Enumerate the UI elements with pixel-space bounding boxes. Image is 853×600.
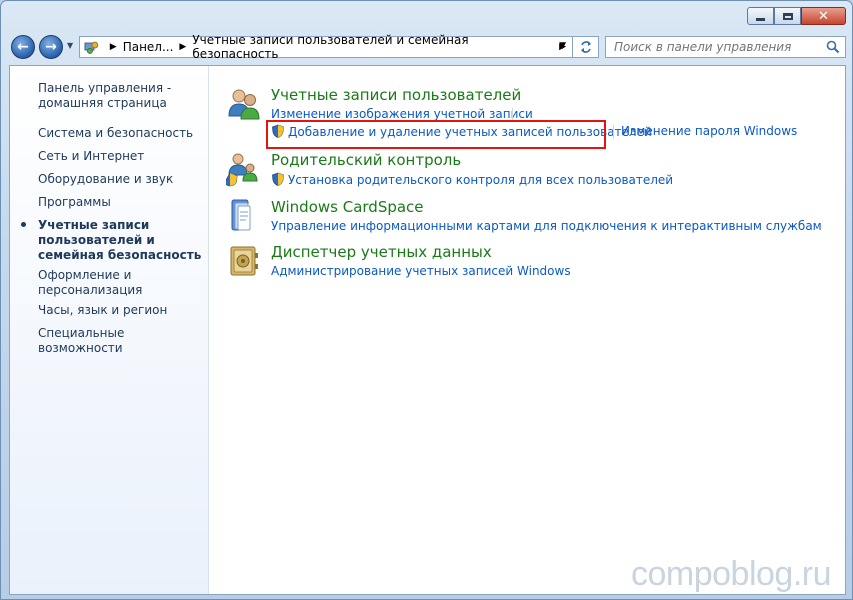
task-label: Установка родительского контроля для все… <box>288 173 674 187</box>
credential-manager-icon[interactable] <box>226 243 262 279</box>
recent-pages-dropdown[interactable]: ▼ <box>67 41 73 50</box>
sidebar-item-label: Оборудование и звук <box>38 172 174 186</box>
sidebar-item-network[interactable]: Сеть и Интернет <box>38 149 204 164</box>
task-label: Администрирование учетных записей Window… <box>271 264 571 278</box>
address-bar[interactable]: ▶ Панел... ▶ Учетные записи пользователе… <box>79 33 573 61</box>
back-button[interactable]: ← <box>11 35 35 59</box>
search-icon[interactable] <box>826 40 840 54</box>
category-title-user-accounts[interactable]: Учетные записи пользователей <box>271 86 521 104</box>
sidebar-item-label: Специальные возможности <box>38 326 125 355</box>
user-accounts-icon[interactable] <box>226 86 262 122</box>
category-title-cardspace[interactable]: Windows CardSpace <box>271 198 424 216</box>
sidebar: Панель управления - домашняя страница Си… <box>10 66 209 594</box>
sidebar-item-clock-language[interactable]: Часы, язык и регион <box>38 303 204 318</box>
content-area: Панель управления - домашняя страница Си… <box>9 65 846 595</box>
maximize-icon <box>782 12 793 20</box>
category-title-parental-controls[interactable]: Родительский контроль <box>271 151 461 169</box>
sidebar-item-label: Часы, язык и регион <box>38 303 168 317</box>
arrow-left-icon: ← <box>17 39 29 55</box>
task-manage-windows-credentials[interactable]: Администрирование учетных записей Window… <box>271 264 571 278</box>
minimize-icon <box>756 17 765 21</box>
main-panel: Учетные записи пользователей Изменение и… <box>210 66 845 594</box>
task-divider <box>613 125 614 139</box>
category-title-credential-manager[interactable]: Диспетчер учетных данных <box>271 243 492 261</box>
sidebar-item-label: Сеть и Интернет <box>38 149 145 163</box>
task-change-windows-password[interactable]: Изменение пароля Windows <box>621 124 797 138</box>
window-frame: ✕ ← → ▼ ▶ Панел... ▶ Учетные записи поль… <box>0 0 853 600</box>
address-dropdown-icon[interactable]: ▼ <box>559 41 566 51</box>
refresh-button[interactable] <box>573 36 599 58</box>
close-icon: ✕ <box>818 8 829 24</box>
maximize-button[interactable] <box>774 7 801 25</box>
sidebar-item-appearance[interactable]: Оформление и персонализация <box>38 268 204 298</box>
task-label: Изменение изображения учетной записи <box>271 107 533 121</box>
task-label: Изменение пароля Windows <box>621 124 798 138</box>
control-panel-icon <box>84 41 99 54</box>
task-change-account-picture[interactable]: Изменение изображения учетной записи <box>271 107 533 121</box>
sidebar-item-label: Программы <box>38 195 111 209</box>
breadcrumb-control-panel[interactable]: Панел... <box>123 40 174 54</box>
current-page-bullet-icon <box>21 222 26 227</box>
parental-controls-icon[interactable] <box>226 151 262 187</box>
caption-buttons: ✕ <box>747 7 846 25</box>
forward-button[interactable]: → <box>39 35 63 59</box>
search-input[interactable] <box>612 39 826 55</box>
navigation-bar: ← → ▼ ▶ Панел... ▶ Учетные записи пользо… <box>9 33 846 61</box>
search-box[interactable] <box>605 36 846 58</box>
breadcrumb-chevron-icon: ▶ <box>109 42 117 52</box>
refresh-icon <box>580 41 591 53</box>
uac-shield-icon <box>272 172 284 186</box>
sidebar-item-label: Оформление и персонализация <box>38 268 143 297</box>
sidebar-item-programs[interactable]: Программы <box>38 195 204 210</box>
sidebar-item-label: Панель управления - домашняя страница <box>38 81 172 110</box>
task-setup-parental-controls[interactable]: Установка родительского контроля для все… <box>271 172 673 187</box>
sidebar-item-hardware-sound[interactable]: Оборудование и звук <box>38 172 204 187</box>
sidebar-item-label: Система и безопасность <box>38 126 194 140</box>
task-manage-information-cards[interactable]: Управление информационными картами для п… <box>271 219 822 233</box>
sidebar-item-user-accounts[interactable]: Учетные записи пользователей и семейная … <box>21 218 204 263</box>
arrow-right-icon: → <box>45 39 57 55</box>
sidebar-item-system-security[interactable]: Система и безопасность <box>38 126 204 141</box>
task-label: Управление информационными картами для п… <box>271 219 822 233</box>
minimize-button[interactable] <box>747 7 774 25</box>
sidebar-item-accessibility[interactable]: Специальные возможности <box>38 326 204 356</box>
close-button[interactable]: ✕ <box>801 7 846 25</box>
watermark: compoblog.ru <box>630 555 832 593</box>
breadcrumb-chevron-icon[interactable]: ▶ <box>179 42 186 52</box>
highlight-box <box>266 120 606 149</box>
sidebar-item-home[interactable]: Панель управления - домашняя страница <box>38 81 204 111</box>
sidebar-item-label: Учетные записи пользователей и семейная … <box>38 218 202 262</box>
breadcrumb-current[interactable]: Учетные записи пользователей и семейная … <box>192 33 553 61</box>
cardspace-icon[interactable] <box>226 198 262 234</box>
